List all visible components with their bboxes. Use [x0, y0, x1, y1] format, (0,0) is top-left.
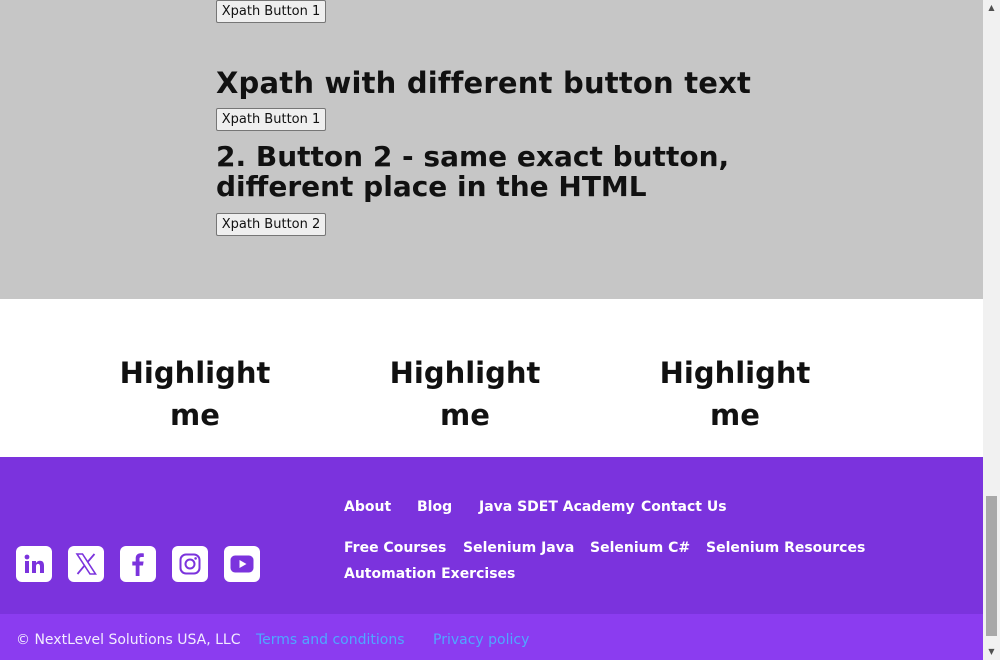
footer-link-blog[interactable]: Blog	[417, 499, 452, 515]
highlight-text-1: Highlight me	[119, 356, 271, 432]
youtube-icon	[230, 555, 254, 573]
xpath-button-2[interactable]: Xpath Button 2	[216, 213, 326, 236]
privacy-link[interactable]: Privacy policy	[433, 632, 529, 648]
heading-xpath-different-text: Xpath with different button text	[216, 66, 752, 100]
linkedin-link[interactable]	[16, 546, 52, 582]
xpath-button-1-top[interactable]: Xpath Button 1	[216, 0, 326, 23]
highlight-text-2: Highlight me	[389, 356, 541, 432]
instagram-link[interactable]	[172, 546, 208, 582]
linkedin-icon	[23, 553, 45, 575]
facebook-link[interactable]	[120, 546, 156, 582]
scroll-down-arrow-icon[interactable]: ▼	[986, 646, 997, 657]
footer	[0, 457, 983, 614]
x-twitter-link[interactable]	[68, 546, 104, 582]
footer-link-free-courses[interactable]: Free Courses	[344, 540, 446, 556]
footer-link-automation-exercises[interactable]: Automation Exercises	[344, 566, 515, 582]
scrollbar-thumb[interactable]	[986, 496, 997, 636]
footer-link-selenium-resources[interactable]: Selenium Resources	[706, 540, 865, 556]
page: Xpath Button 1 Xpath with different butt…	[0, 0, 983, 660]
x-twitter-icon	[74, 552, 98, 576]
youtube-link[interactable]	[224, 546, 260, 582]
instagram-icon	[178, 552, 202, 576]
terms-link[interactable]: Terms and conditions	[256, 632, 405, 648]
vertical-scrollbar[interactable]: ▲ ▼	[983, 0, 1000, 660]
heading-button-2: 2. Button 2 - same exact button, differe…	[216, 140, 730, 203]
footer-link-selenium-csharp[interactable]: Selenium C#	[590, 540, 690, 556]
xpath-button-1[interactable]: Xpath Button 1	[216, 108, 326, 131]
highlight-text-3: Highlight me	[659, 356, 811, 432]
footer-link-contact-us[interactable]: Contact Us	[641, 499, 727, 515]
footer-link-selenium-java[interactable]: Selenium Java	[463, 540, 574, 556]
facebook-icon	[127, 552, 149, 576]
copyright-text: © NextLevel Solutions USA, LLC	[16, 632, 241, 648]
footer-link-java-sdet-academy[interactable]: Java SDET Academy	[479, 499, 635, 515]
footer-link-about[interactable]: About	[344, 499, 391, 515]
scroll-up-arrow-icon[interactable]: ▲	[986, 2, 997, 13]
